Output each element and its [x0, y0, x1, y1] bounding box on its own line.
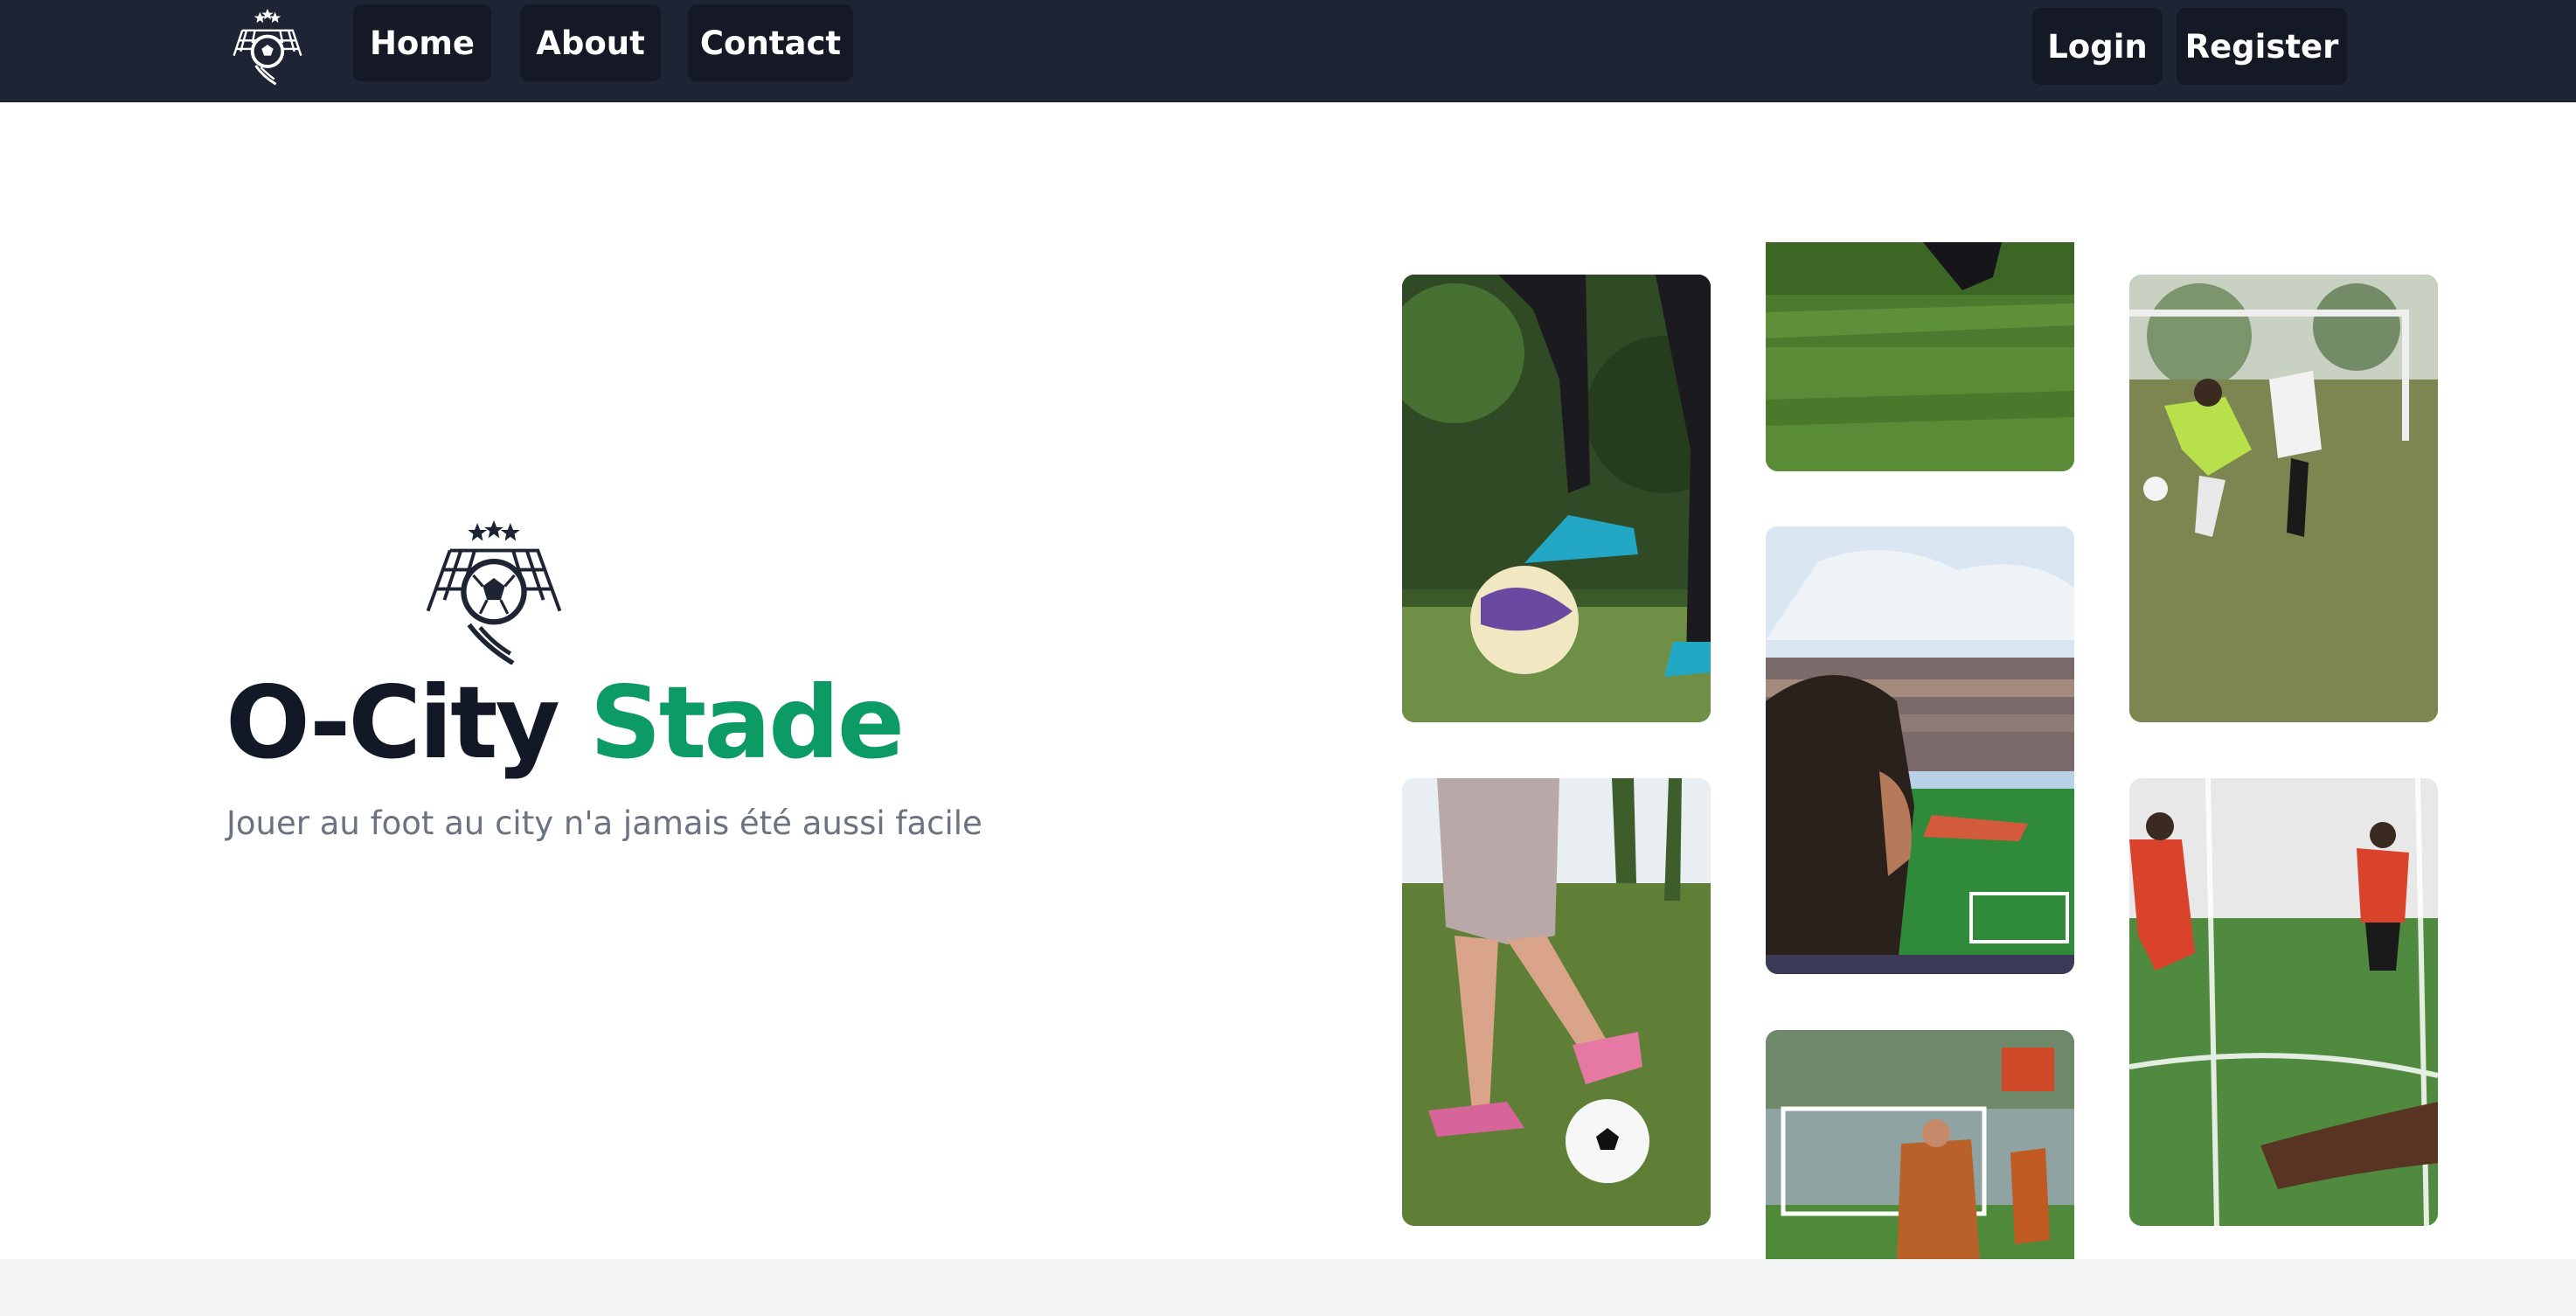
hero-logo-icon	[424, 520, 564, 665]
photo-players-kicking	[2129, 275, 2438, 722]
login-button[interactable]: Login	[2032, 8, 2163, 85]
hero-title-brand: O-City	[226, 665, 560, 781]
nav-home-button[interactable]: Home	[353, 4, 491, 81]
hero-title: O-City Stade	[226, 665, 905, 781]
photo-match-player-19	[1766, 1030, 2074, 1259]
navbar: Home About Contact Login Register	[0, 0, 2576, 102]
register-button[interactable]: Register	[2177, 8, 2347, 85]
photo-player-foot-on-ball	[1402, 275, 1711, 722]
brand-logo-icon[interactable]	[226, 5, 309, 89]
nav-about-button[interactable]: About	[520, 4, 661, 81]
photo-player-pink-shoes	[1402, 778, 1711, 1226]
nav-contact-button[interactable]: Contact	[688, 4, 853, 81]
hero-subtitle: Jouer au foot au city n'a jamais été aus…	[226, 804, 982, 842]
hero-title-accent: Stade	[589, 665, 905, 781]
photo-stadium-spectator	[1766, 526, 2074, 974]
photo-grass-cleat	[1766, 242, 2074, 471]
photo-goal-net-players	[2129, 778, 2438, 1226]
footer-band	[0, 1259, 2576, 1316]
